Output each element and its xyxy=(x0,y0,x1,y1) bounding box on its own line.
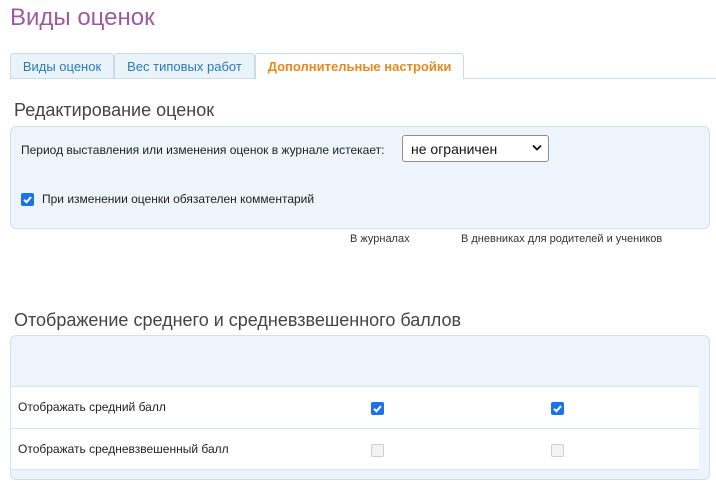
checkmark-icon xyxy=(373,405,382,413)
chevron-down-icon xyxy=(532,144,542,151)
comment-required-checkbox[interactable] xyxy=(21,193,34,206)
table-row: Отображать средний балл xyxy=(11,386,699,428)
grade-editing-panel: Период выставления или изменения оценок … xyxy=(10,126,710,229)
period-select[interactable]: не ограничен xyxy=(402,135,549,162)
tab-grade-types-label: Виды оценок xyxy=(22,58,102,74)
period-label: Период выставления или изменения оценок … xyxy=(21,143,385,157)
column-header-journals: В журналах xyxy=(350,233,410,245)
row-label-weighted-average: Отображать средневзвешенный балл xyxy=(18,442,229,456)
tab-additional-settings-label: Дополнительные настройки xyxy=(267,59,452,74)
tab-bar: Виды оценок Вес типовых работ Дополнител… xyxy=(10,53,716,79)
average-journals-checkbox[interactable] xyxy=(371,402,384,415)
grade-editing-title: Редактирование оценок xyxy=(14,100,215,120)
average-diaries-checkbox[interactable] xyxy=(551,402,564,415)
weighted-diaries-checkbox xyxy=(551,444,564,457)
tab-work-weights[interactable]: Вес типовых работ xyxy=(114,53,255,78)
comment-required-label: При изменении оценки обязателен коммента… xyxy=(42,192,315,206)
checkmark-icon xyxy=(553,405,562,413)
page-title: Виды оценок xyxy=(10,4,155,31)
row-label-average: Отображать средний балл xyxy=(18,400,166,414)
weighted-journals-checkbox xyxy=(371,444,384,457)
average-display-title: Отображение среднего и средневзвешенного… xyxy=(14,310,462,330)
tab-additional-settings[interactable]: Дополнительные настройки xyxy=(255,53,464,79)
tab-work-weights-label: Вес типовых работ xyxy=(127,58,242,74)
table-row: Отображать средневзвешенный балл xyxy=(11,428,699,470)
tab-grade-types[interactable]: Виды оценок xyxy=(10,53,114,78)
checkmark-icon xyxy=(23,196,32,204)
column-header-diaries: В дневниках для родителей и учеников xyxy=(461,233,663,245)
period-select-value: не ограничен xyxy=(411,140,498,157)
